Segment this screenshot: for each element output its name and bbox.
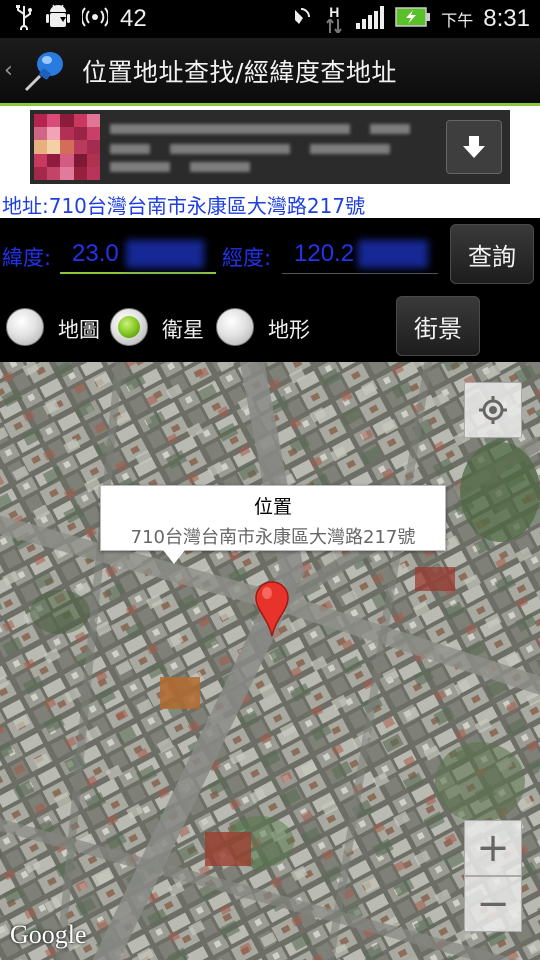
am-pm-label: 下午 xyxy=(441,11,474,30)
longitude-label: 經度: xyxy=(222,246,272,270)
back-chevron-icon[interactable]: ‹ xyxy=(4,58,18,83)
ad-area xyxy=(0,106,540,188)
info-window[interactable]: 位置 710台灣台南市永康區大灣路217號 xyxy=(100,485,446,551)
title-bar: ‹ 位置地址查找/經緯度查地址 xyxy=(0,38,540,106)
radio-satellite-label: 衛星 xyxy=(162,318,204,342)
longitude-redaction xyxy=(358,240,428,268)
pushpin-icon[interactable] xyxy=(22,48,68,94)
latitude-label: 緯度: xyxy=(2,246,52,270)
mute-icon xyxy=(291,6,313,32)
ad-banner[interactable] xyxy=(30,110,510,184)
zoom-in-button[interactable]: + xyxy=(464,820,522,876)
map-marker-icon[interactable] xyxy=(254,580,290,642)
radio-satellite[interactable] xyxy=(110,308,148,346)
ad-text-blurred xyxy=(110,120,420,174)
battery-charging-icon xyxy=(395,7,431,31)
usb-icon xyxy=(14,4,34,34)
app-screen: 42 H 下午 8:31 ‹ 位置地址查找/經緯度查地址 地址:710台灣台南市… xyxy=(0,0,540,960)
zoom-out-button[interactable]: − xyxy=(464,876,522,932)
signal-icon xyxy=(355,5,385,33)
radio-map[interactable] xyxy=(6,308,44,346)
info-window-pointer xyxy=(163,550,185,564)
street-view-button[interactable]: 街景 xyxy=(396,296,480,356)
coordinate-form: 緯度: 23.0 經度: 120.2 查詢 地圖 衛星 地形 街景 xyxy=(0,218,540,362)
radio-terrain-label: 地形 xyxy=(268,318,310,342)
info-window-title: 位置 xyxy=(253,496,292,518)
wifi-hotspot-icon xyxy=(80,6,110,32)
address-row: 地址:710台灣台南市永康區大灣路217號 xyxy=(0,188,540,218)
android-debug-icon xyxy=(46,3,70,35)
satellite-map[interactable]: 位置 710台灣台南市永康區大灣路217號 + − Google xyxy=(0,362,540,960)
latitude-redaction xyxy=(126,240,204,268)
crosshair-icon[interactable] xyxy=(464,382,522,438)
radio-terrain[interactable] xyxy=(216,308,254,346)
ad-thumbnail xyxy=(34,114,100,180)
info-window-snippet: 710台灣台南市永康區大灣路217號 xyxy=(130,527,416,548)
download-arrow-icon[interactable] xyxy=(446,120,502,174)
satellite-imagery xyxy=(0,362,540,960)
notification-count: 42 xyxy=(120,5,147,32)
google-logo: Google xyxy=(10,920,87,949)
address-text: 地址:710台灣台南市永康區大灣路217號 xyxy=(2,194,366,218)
network-h-icon: H xyxy=(323,5,345,33)
query-button[interactable]: 查詢 xyxy=(450,224,534,284)
app-title: 位置地址查找/經緯度查地址 xyxy=(82,57,397,87)
status-bar: 42 H 下午 8:31 xyxy=(0,0,540,38)
clock: 8:31 xyxy=(483,5,530,32)
radio-map-label: 地圖 xyxy=(58,318,100,342)
